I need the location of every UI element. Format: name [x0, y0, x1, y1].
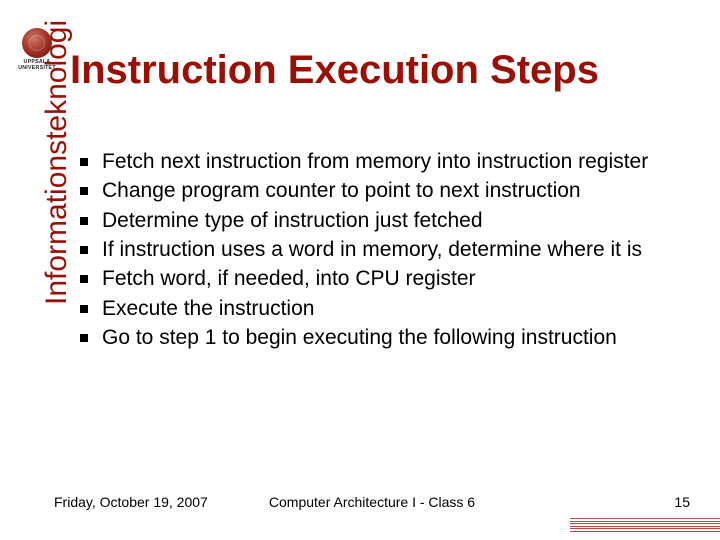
footer-date: Friday, October 19, 2007 [54, 494, 208, 510]
slide-content: Fetch next instruction from memory into … [74, 148, 692, 353]
list-item: Change program counter to point to next … [74, 177, 692, 205]
list-item: Determine type of instruction just fetch… [74, 207, 692, 235]
list-item: Execute the instruction [74, 295, 692, 323]
list-item: If instruction uses a word in memory, de… [74, 236, 692, 264]
footer-page: 15 [674, 494, 690, 510]
slide-footer: Friday, October 19, 2007 Computer Archit… [54, 494, 690, 510]
list-item: Go to step 1 to begin executing the foll… [74, 324, 692, 352]
slide-title: Instruction Execution Steps [70, 48, 700, 93]
sidebar-label: Informationsteknologi [40, 20, 74, 305]
bullet-list: Fetch next instruction from memory into … [74, 148, 692, 352]
decorative-stripes-icon [570, 518, 720, 532]
list-item: Fetch next instruction from memory into … [74, 148, 692, 176]
list-item: Fetch word, if needed, into CPU register [74, 265, 692, 293]
